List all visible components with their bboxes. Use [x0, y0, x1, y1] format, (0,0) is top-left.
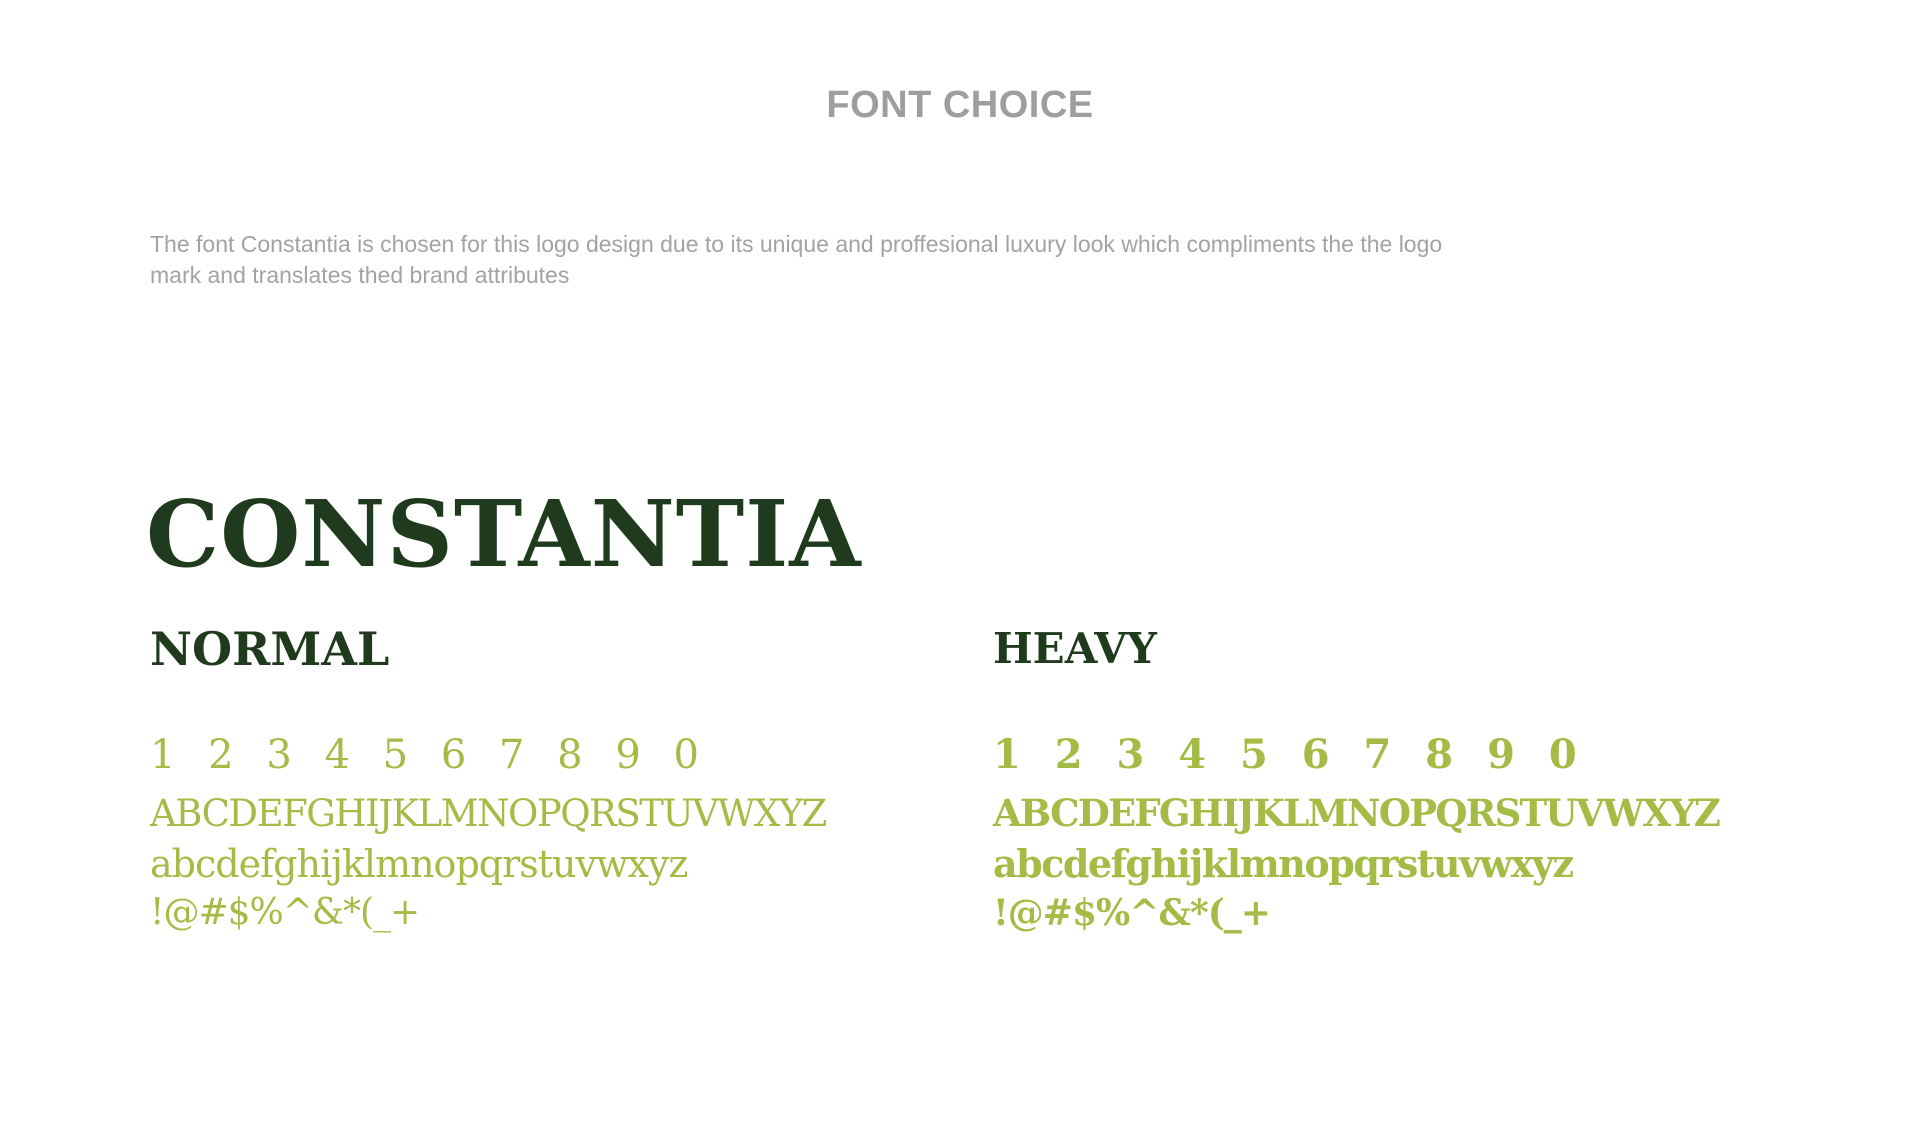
variant-label-normal: NORMAL [150, 622, 390, 676]
digits-sample-heavy: 1 2 3 4 5 6 7 8 9 0 [993, 731, 1587, 778]
variant-label-heavy: HEAVY [993, 624, 1157, 673]
symbols-sample-normal: !@#$%^&*(_+ [150, 892, 420, 933]
digits-sample-normal: 1 2 3 4 5 6 7 8 9 0 [150, 732, 709, 778]
lowercase-sample-normal: abcdefghijklmnopqrstuvwxyz [150, 842, 688, 886]
page-title: FONT CHOICE [826, 84, 1094, 126]
symbols-sample-heavy: !@#$%^&*(_+ [993, 892, 1271, 934]
lowercase-sample-heavy: abcdefghijklmnopqrstuvwxyz [993, 841, 1574, 886]
uppercase-sample-heavy: ABCDEFGHIJKLMNOPQRSTUVWXYZ [993, 791, 1721, 835]
font-description: The font Constantia is chosen for this l… [150, 231, 1443, 288]
uppercase-sample-normal: ABCDEFGHIJKLMNOPQRSTUVWXYZ [150, 792, 827, 835]
font-name-heading: CONSTANTIA [146, 480, 862, 588]
